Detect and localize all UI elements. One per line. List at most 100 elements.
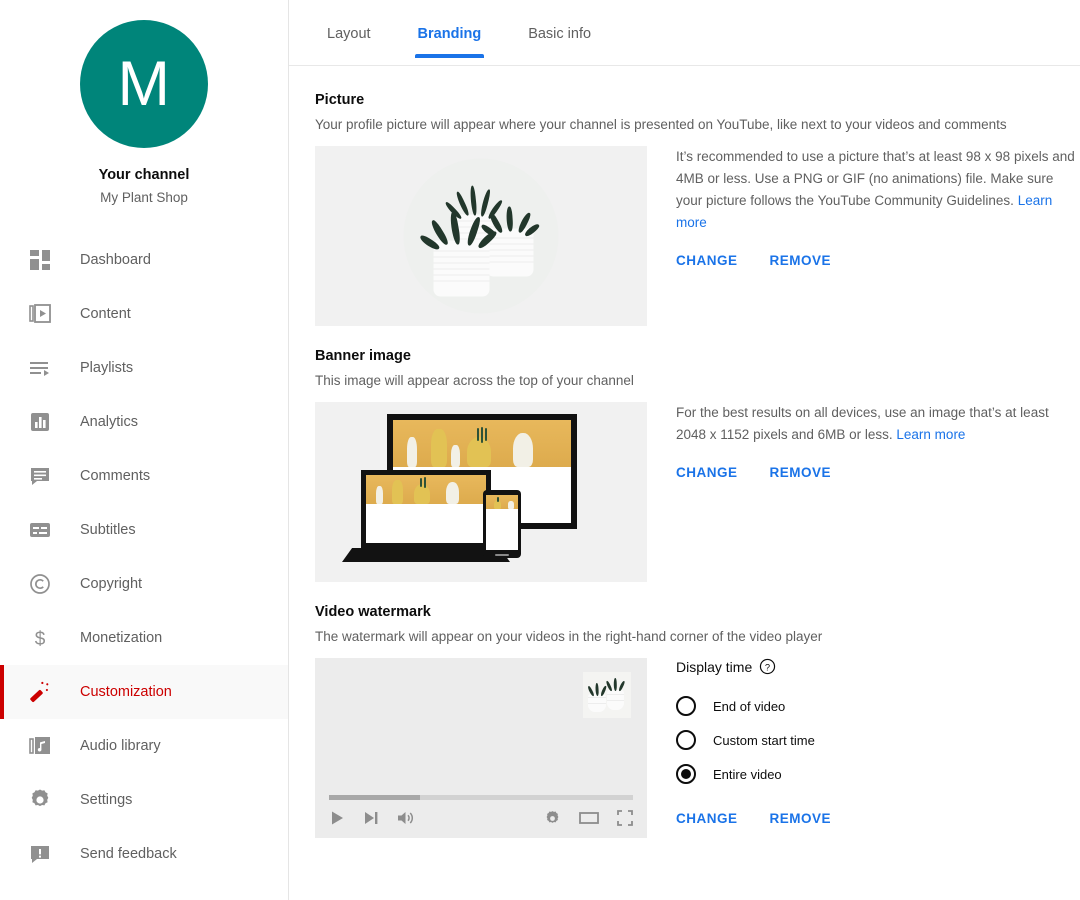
tab-basic-info[interactable]: Basic info: [528, 26, 591, 58]
watermark-remove-button[interactable]: REMOVE: [770, 811, 832, 826]
watermark-thumbnail: [583, 672, 631, 718]
phone-home-indicator: [495, 554, 509, 556]
radio-button[interactable]: [676, 764, 696, 784]
picture-description: Your profile picture will appear where y…: [315, 117, 1007, 132]
sidebar-item-playlists[interactable]: Playlists: [0, 341, 288, 395]
comments-icon: [25, 461, 55, 491]
copyright-icon: [25, 569, 55, 599]
sidebar-item-label: Audio library: [80, 738, 161, 754]
gear-icon: [25, 785, 55, 815]
player-progress-fill: [329, 795, 421, 800]
sidebar-item-label: Comments: [80, 468, 151, 484]
banner-change-button[interactable]: CHANGE: [676, 465, 738, 480]
watermark-player-preview[interactable]: [315, 658, 647, 838]
display-time-label-row: Display time ?: [676, 658, 1080, 675]
svg-text:?: ?: [765, 662, 770, 672]
sidebar-item-monetization[interactable]: $ Monetization: [0, 611, 288, 665]
tab-bar: Layout Branding Basic info: [289, 0, 1080, 66]
sidebar-item-label: Settings: [80, 792, 133, 808]
sidebar-item-label: Customization: [80, 684, 172, 700]
laptop-mockup: [361, 470, 491, 548]
banner-remove-button[interactable]: REMOVE: [770, 465, 832, 480]
banner-actions: CHANGE REMOVE: [676, 465, 1080, 480]
branding-content: Picture Your profile picture will appear…: [289, 66, 1080, 900]
banner-learn-more-link[interactable]: Learn more: [896, 427, 965, 442]
display-time-label: Display time: [676, 658, 753, 675]
banner-title: Banner image: [315, 348, 411, 364]
analytics-icon: [25, 407, 55, 437]
avatar[interactable]: M: [80, 20, 208, 148]
avatar-letter: M: [117, 48, 171, 119]
radio-end-of-video[interactable]: End of video: [676, 689, 1080, 723]
svg-text:$: $: [35, 629, 46, 649]
banner-info: For the best results on all devices, use…: [676, 402, 1080, 480]
device-mockup: [315, 402, 647, 582]
watermark-section: Video watermark The watermark will appea…: [315, 604, 1080, 838]
sidebar-item-copyright[interactable]: Copyright: [0, 557, 288, 611]
phone-mockup: [483, 490, 521, 558]
sidebar-item-audio-library[interactable]: Audio library: [0, 719, 288, 773]
sidebar-item-label: Send feedback: [80, 846, 177, 862]
picture-actions: CHANGE REMOVE: [676, 253, 1080, 268]
next-track-icon[interactable]: [363, 810, 379, 826]
play-icon[interactable]: [329, 810, 345, 826]
sidebar-item-content[interactable]: Content: [0, 287, 288, 341]
sidebar-item-comments[interactable]: Comments: [0, 449, 288, 503]
radio-button[interactable]: [676, 730, 696, 750]
picture-remove-button[interactable]: REMOVE: [770, 253, 832, 268]
radio-label: Custom start time: [713, 732, 815, 748]
radio-label: Entire video: [713, 766, 782, 782]
radio-custom-start-time[interactable]: Custom start time: [676, 723, 1080, 757]
playlists-icon: [25, 353, 55, 383]
sidebar-item-customization[interactable]: Customization: [0, 665, 288, 719]
dashboard-icon: [25, 245, 55, 275]
banner-description: This image will appear across the top of…: [315, 373, 634, 388]
help-icon[interactable]: ?: [759, 658, 776, 675]
tab-layout[interactable]: Layout: [327, 26, 371, 58]
sidebar-item-label: Monetization: [80, 630, 163, 646]
sidebar-item-label: Subtitles: [80, 522, 136, 538]
sidebar-item-analytics[interactable]: Analytics: [0, 395, 288, 449]
radio-button[interactable]: [676, 696, 696, 716]
feedback-icon: [25, 839, 55, 869]
banner-info-text: For the best results on all devices, use…: [676, 405, 1049, 442]
watermark-actions: CHANGE REMOVE: [676, 811, 1080, 826]
sidebar-item-send-feedback[interactable]: Send feedback: [0, 827, 288, 881]
picture-title: Picture: [315, 92, 365, 108]
fullscreen-icon[interactable]: [617, 810, 633, 826]
dollar-icon: $: [25, 623, 55, 653]
radio-entire-video[interactable]: Entire video: [676, 757, 1080, 791]
channel-name: My Plant Shop: [100, 190, 188, 205]
magic-wand-icon: [25, 677, 55, 707]
plant-photo: [404, 159, 559, 314]
sidebar-item-settings[interactable]: Settings: [0, 773, 288, 827]
volume-icon[interactable]: [397, 810, 415, 826]
sidebar-item-label: Content: [80, 306, 131, 322]
picture-info-text: It’s recommended to use a picture that’s…: [676, 149, 1075, 208]
watermark-description: The watermark will appear on your videos…: [315, 629, 823, 644]
player-controls: [329, 806, 633, 830]
sidebar: M Your channel My Plant Shop Dashboard C…: [0, 0, 289, 900]
watermark-title: Video watermark: [315, 604, 431, 620]
content-icon: [25, 299, 55, 329]
watermark-change-button[interactable]: CHANGE: [676, 811, 738, 826]
channel-header: M Your channel My Plant Shop: [0, 0, 288, 205]
main-panel: Layout Branding Basic info Picture Your …: [289, 0, 1080, 900]
sidebar-item-dashboard[interactable]: Dashboard: [0, 233, 288, 287]
theater-mode-icon[interactable]: [579, 810, 599, 826]
sidebar-item-subtitles[interactable]: Subtitles: [0, 503, 288, 557]
profile-picture-preview[interactable]: [315, 146, 647, 326]
sidebar-item-label: Analytics: [80, 414, 139, 430]
player-progress-bar[interactable]: [329, 795, 633, 800]
banner-section: Banner image This image will appear acro…: [315, 348, 1080, 582]
settings-gear-icon[interactable]: [544, 810, 561, 827]
music-library-icon: [25, 731, 55, 761]
sidebar-item-label: Playlists: [80, 360, 134, 376]
picture-change-button[interactable]: CHANGE: [676, 253, 738, 268]
sidebar-item-label: Dashboard: [80, 252, 151, 268]
subtitles-icon: [25, 515, 55, 545]
banner-image-preview[interactable]: [315, 402, 647, 582]
profile-picture-image: [403, 158, 559, 314]
tab-branding[interactable]: Branding: [414, 26, 484, 58]
youtube-studio-window: M Your channel My Plant Shop Dashboard C…: [0, 0, 1080, 900]
